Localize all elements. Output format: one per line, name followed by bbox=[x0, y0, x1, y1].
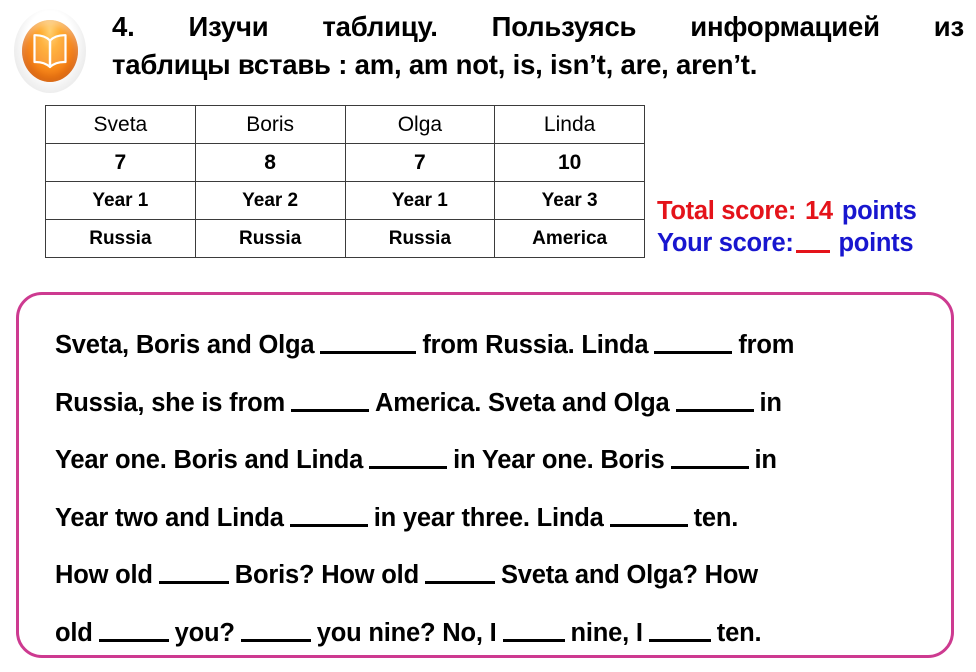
table-cell-age: 10 bbox=[494, 143, 645, 182]
table-cell-country: Russia bbox=[344, 219, 496, 258]
table-cell-country: Russia bbox=[45, 219, 196, 258]
exercise-line-6: old you? you nine? No, I nine, I ten. bbox=[49, 605, 929, 663]
instruction-word: из bbox=[933, 11, 964, 42]
score-block: Total score: 14 points Your score: points bbox=[657, 196, 976, 259]
instruction-text: 4. Изучи таблицу. Пользуясь информацией … bbox=[112, 8, 964, 83]
sentence-fragment: in bbox=[754, 446, 777, 474]
sentence-fragment: Year two and Linda bbox=[55, 503, 284, 532]
table-cell-name: Olga bbox=[344, 105, 496, 144]
sentence-fragment: Russia, she is from bbox=[55, 388, 286, 417]
your-score-line: Your score: points bbox=[657, 228, 976, 260]
table-row: Sveta Boris Olga Linda bbox=[45, 105, 645, 144]
table-cell-country: America bbox=[494, 219, 645, 258]
answer-blank[interactable] bbox=[291, 408, 370, 412]
instruction-word: Изучи bbox=[188, 11, 269, 42]
total-score-label: Total score: bbox=[657, 197, 797, 225]
table-row: Year 1 Year 2 Year 1 Year 3 bbox=[45, 181, 645, 220]
your-score-label: Your score: bbox=[657, 228, 794, 257]
table-cell-year: Year 1 bbox=[45, 181, 196, 220]
instruction-word: информацией bbox=[690, 11, 880, 42]
book-glyph bbox=[33, 34, 67, 69]
task-number: 4. bbox=[112, 11, 135, 42]
table-cell-age: 7 bbox=[45, 143, 196, 182]
answer-blank[interactable] bbox=[369, 466, 448, 469]
sentence-fragment: nine, I bbox=[570, 618, 643, 647]
table-cell-year: Year 1 bbox=[344, 181, 496, 220]
answer-blank[interactable] bbox=[289, 523, 368, 527]
sentence-fragment: ten. bbox=[716, 618, 762, 647]
exercise-line-3: Year one. Boris and Linda in Year one. Bo… bbox=[49, 432, 929, 490]
answer-blank[interactable] bbox=[502, 638, 565, 642]
worksheet-header: 4. Изучи таблицу. Пользуясь информацией … bbox=[0, 0, 976, 100]
instruction-line-1: 4. Изучи таблицу. Пользуясь информацией … bbox=[112, 8, 964, 46]
table-cell-year: Year 2 bbox=[194, 181, 346, 220]
table-row: Russia Russia Russia America bbox=[45, 219, 645, 258]
answer-blank[interactable] bbox=[654, 351, 733, 354]
answer-blank[interactable] bbox=[320, 351, 417, 354]
sentence-fragment: you nine? No, I bbox=[316, 618, 497, 647]
sentence-fragment: ten. bbox=[693, 503, 739, 532]
table-cell-name: Linda bbox=[494, 105, 645, 144]
instruction-word: Пользуясь bbox=[491, 11, 637, 42]
total-score-unit: points bbox=[841, 197, 917, 225]
sentence-fragment: Sveta and Olga? How bbox=[500, 561, 758, 589]
sentence-fragment: you? bbox=[174, 618, 235, 647]
sentence-fragment: Year one. Boris and Linda bbox=[55, 446, 364, 474]
answer-blank[interactable] bbox=[670, 466, 749, 469]
table-cell-name: Boris bbox=[194, 105, 346, 144]
table-cell-country: Russia bbox=[194, 219, 346, 258]
sentence-fragment: from bbox=[738, 331, 795, 359]
exercise-line-2: Russia, she is from America. Sveta and Ol… bbox=[49, 375, 929, 433]
instruction-line-2: таблицы вставь : am, am not, is, isn’t, … bbox=[112, 48, 758, 80]
exercise-line-5: How old Boris? How old Sveta and Olga? How bbox=[49, 547, 929, 605]
total-score-value: 14 bbox=[805, 197, 833, 225]
answer-blank[interactable] bbox=[648, 638, 711, 642]
sentence-fragment: How old bbox=[55, 561, 153, 589]
open-book-icon bbox=[14, 9, 86, 93]
instruction-word: таблицу. bbox=[322, 11, 438, 42]
answer-blank[interactable] bbox=[675, 408, 754, 412]
total-score-line: Total score: 14 points bbox=[657, 196, 976, 228]
your-score-unit: points bbox=[838, 228, 914, 257]
sentence-fragment: Sveta, Boris and Olga bbox=[55, 331, 315, 359]
table-cell-year: Year 3 bbox=[494, 181, 645, 220]
answer-blank[interactable] bbox=[240, 638, 311, 642]
sentence-fragment: America. Sveta and Olga bbox=[375, 388, 670, 417]
table-cell-age: 8 bbox=[194, 143, 346, 182]
your-score-blank[interactable] bbox=[795, 249, 830, 253]
answer-blank[interactable] bbox=[158, 581, 229, 584]
exercise-line-4: Year two and Linda in year three. Linda te… bbox=[49, 490, 929, 548]
sentence-fragment: in Year one. Boris bbox=[453, 446, 665, 474]
answer-blank[interactable] bbox=[424, 581, 495, 584]
sentence-fragment: in year three. Linda bbox=[373, 503, 604, 532]
exercise-line-1: Sveta, Boris and Olga from Russia. Linda f… bbox=[49, 317, 929, 375]
exercise-text: Sveta, Boris and Olga from Russia. Linda f… bbox=[49, 317, 929, 662]
table-cell-age: 7 bbox=[344, 143, 496, 182]
sentence-fragment: in bbox=[759, 388, 782, 417]
sentence-fragment: old bbox=[55, 618, 93, 647]
table-row: 7 8 7 10 bbox=[45, 143, 645, 182]
sentence-fragment: from Russia. Linda bbox=[422, 331, 649, 359]
exercise-box: Sveta, Boris and Olga from Russia. Linda f… bbox=[16, 292, 954, 658]
info-table: Sveta Boris Olga Linda 7 8 7 10 Year 1 Y… bbox=[45, 105, 645, 258]
answer-blank[interactable] bbox=[98, 638, 169, 642]
table-cell-name: Sveta bbox=[45, 105, 196, 144]
sentence-fragment: Boris? How old bbox=[234, 561, 419, 589]
answer-blank[interactable] bbox=[609, 523, 688, 527]
